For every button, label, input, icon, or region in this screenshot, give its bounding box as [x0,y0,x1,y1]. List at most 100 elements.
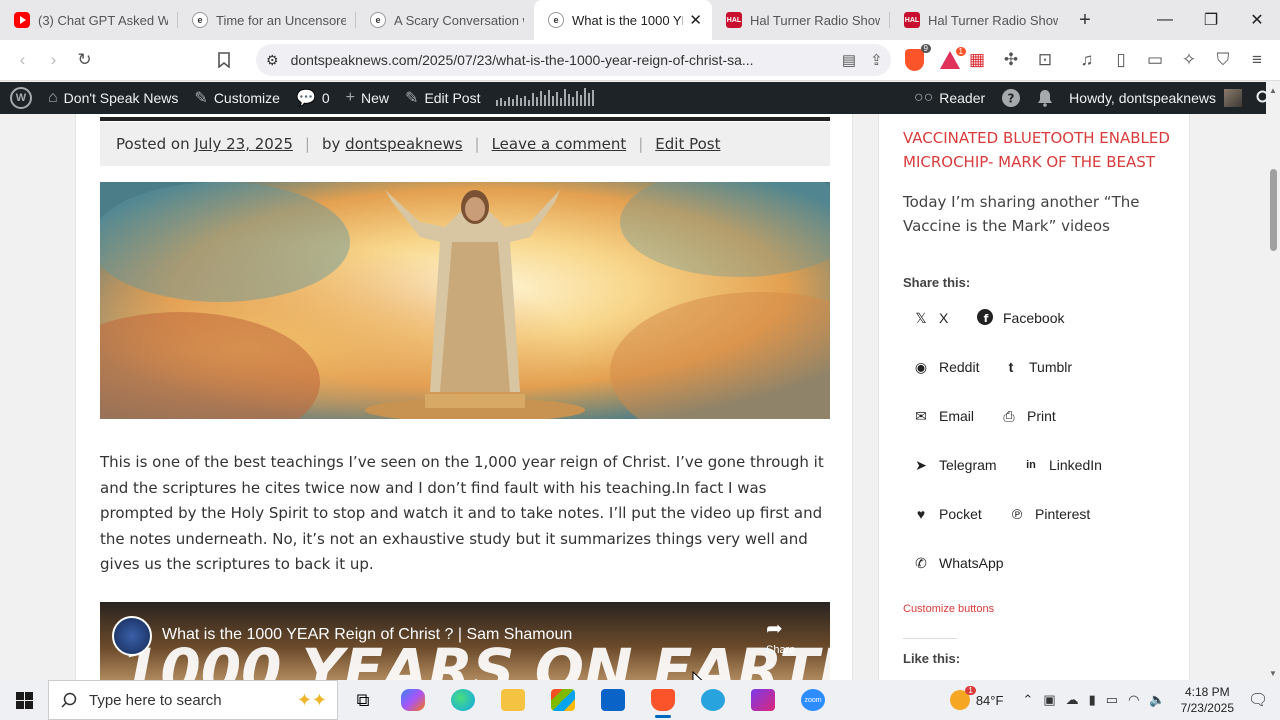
minimize-icon[interactable]: — [1142,0,1188,40]
related-post-link[interactable]: VACCINATED BLUETOOTH ENABLED MICROCHIP- … [903,126,1183,174]
edit-post-link[interactable]: Edit Post [655,135,720,153]
leo-ai-icon[interactable]: ✧ [1174,45,1204,75]
brave-shields-icon[interactable]: 9 [904,44,931,71]
share-telegram-button[interactable]: ➤ Telegram [903,448,1007,482]
new-content-link[interactable]: + New [338,82,397,114]
wallet-icon[interactable]: ▭ [1140,45,1170,75]
site-info-icon[interactable]: ⚙ [266,52,279,69]
zoom-app-icon[interactable]: zoom [788,680,838,720]
search-highlight-icon: ✦✦ [296,689,327,710]
forward-icon[interactable]: › [39,45,68,75]
customize-link[interactable]: ✎ Customize [186,82,288,114]
usb-icon[interactable]: ▮ [1089,692,1096,708]
print-icon: ⎙ [1003,407,1015,424]
notifications-icon[interactable]: 🗨 [1248,690,1270,710]
start-button[interactable] [0,680,48,720]
share-print-button[interactable]: ⎙ Print [991,399,1066,433]
screenshot-icon[interactable]: ⊡ [1030,45,1060,75]
reload-icon[interactable]: ↻ [70,45,99,75]
tab-1[interactable]: (3) Chat GPT Asked What [0,0,178,40]
share-linkedin-button[interactable]: in LinkedIn [1013,448,1112,482]
task-view-icon[interactable]: ⧉ [338,680,388,720]
brave-browser-icon[interactable] [638,680,688,720]
address-bar[interactable]: ⚙ dontspeaknews.com/2025/07/23/what-is-t… [256,44,891,76]
bookmark-icon[interactable] [209,45,238,75]
reader-link[interactable]: ○○ Reader [906,82,993,114]
share-reddit-button[interactable]: ◉ Reddit [903,350,989,384]
share-facebook-button[interactable]: f Facebook [967,301,1074,335]
site-name-link[interactable]: ⌂ Don't Speak News [40,82,186,114]
close-window-icon[interactable]: ✕ [1234,0,1280,40]
share-tumblr-button[interactable]: t Tumblr [993,350,1082,384]
media-icon[interactable]: ♫ [1072,45,1102,75]
edge-icon[interactable] [438,680,488,720]
wordpress-icon[interactable]: W [10,87,32,109]
scroll-down-icon[interactable]: ▼ [1269,669,1277,678]
back-icon[interactable]: ‹ [8,45,37,75]
tab-3[interactable]: e A Scary Conversation wi [356,0,534,40]
telegram-app-icon[interactable] [688,680,738,720]
tab-5[interactable]: HAL Hal Turner Radio Show [712,0,890,40]
edit-post-link[interactable]: ✎ Edit Post [397,82,488,114]
pencil-icon: ✎ [405,90,419,107]
rewards-count-badge: 1 [955,47,966,56]
meet-now-icon[interactable]: ▣ [1043,692,1055,708]
account-menu[interactable]: Howdy, dontspeaknews [1061,82,1248,114]
tab-2[interactable]: e Time for an Uncensored [178,0,356,40]
post-date-link[interactable]: July 23, 2025 [194,135,293,153]
author-link[interactable]: dontspeaknews [345,135,462,153]
share-arrow-icon[interactable]: ➦ [766,616,783,641]
new-tab-button[interactable]: + [1068,9,1102,32]
taskbar-search[interactable]: Type here to search ✦✦ [48,680,338,720]
share-label: WhatsApp [939,555,1004,571]
scroll-thumb[interactable] [1270,169,1277,251]
reader-mode-icon[interactable]: ▤ [842,51,856,69]
chevron-up-icon[interactable]: ⌃ [1022,692,1033,708]
mail-app-icon[interactable] [738,680,788,720]
close-tab-icon[interactable]: ✕ [689,11,702,29]
brave-rewards-icon[interactable]: 1 [940,47,966,69]
divider [903,638,957,639]
menu-icon[interactable]: ≡ [1242,45,1272,75]
wifi-icon[interactable]: ◠ [1128,692,1139,708]
volume-icon[interactable]: 🔈 [1149,692,1165,708]
tab-strip: (3) Chat GPT Asked What e Time for an Un… [0,0,1280,40]
email-icon: ✉ [915,407,927,424]
store-icon[interactable] [538,680,588,720]
share-whatsapp-button[interactable]: ✆ WhatsApp [903,546,1014,580]
waveform-icon[interactable] [496,86,596,110]
battery-icon[interactable]: ▭ [1106,692,1118,708]
video-share-label[interactable]: Share [766,644,795,656]
tab-6[interactable]: HAL Hal Turner Radio Show [890,0,1068,40]
leave-comment-link[interactable]: Leave a comment [492,135,627,153]
extensions-puzzle-icon[interactable]: ✣ [996,45,1026,75]
channel-avatar[interactable] [112,616,152,656]
share-pocket-button[interactable]: ♥ Pocket [903,497,992,531]
vpn-icon[interactable]: ⛉ [1208,45,1238,75]
share-email-button[interactable]: ✉ Email [903,399,984,433]
clock[interactable]: 4:18 PM 7/23/2025 [1181,684,1234,716]
page-scrollbar[interactable]: ▲ ▼ [1266,82,1280,680]
outlook-icon[interactable] [588,680,638,720]
share-icon[interactable]: ⇪ [870,51,883,69]
restore-icon[interactable]: ❐ [1188,0,1234,40]
scroll-up-icon[interactable]: ▲ [1269,86,1277,95]
tab-4-active[interactable]: e What is the 1000 YE ✕ [534,0,712,40]
copilot-icon[interactable] [388,680,438,720]
sidebar-icon[interactable]: ▯ [1106,45,1136,75]
embedded-video[interactable]: 1000 YEARS ON EARTH? What is the 1000 YE… [100,602,830,680]
tumblr-icon: t [1008,359,1014,375]
share-pinterest-button[interactable]: ℗ Pinterest [999,497,1100,531]
comments-link[interactable]: 💬 0 [288,82,338,114]
weather-icon[interactable]: 1 [949,686,976,710]
customize-buttons-link[interactable]: Customize buttons [903,603,994,615]
edit-post-label: Edit Post [424,90,481,106]
video-title[interactable]: What is the 1000 YEAR Reign of Christ ? … [162,626,572,644]
share-x-button[interactable]: 𝕏 X [903,301,958,335]
notifications-bell-icon[interactable] [1029,82,1061,114]
cloud-icon[interactable]: ☁ [1066,692,1079,708]
help-icon[interactable]: ? [993,82,1029,114]
extension-icon[interactable]: ▦ [962,45,992,75]
file-explorer-icon[interactable] [488,680,538,720]
temperature[interactable]: 84°F [976,693,1004,708]
